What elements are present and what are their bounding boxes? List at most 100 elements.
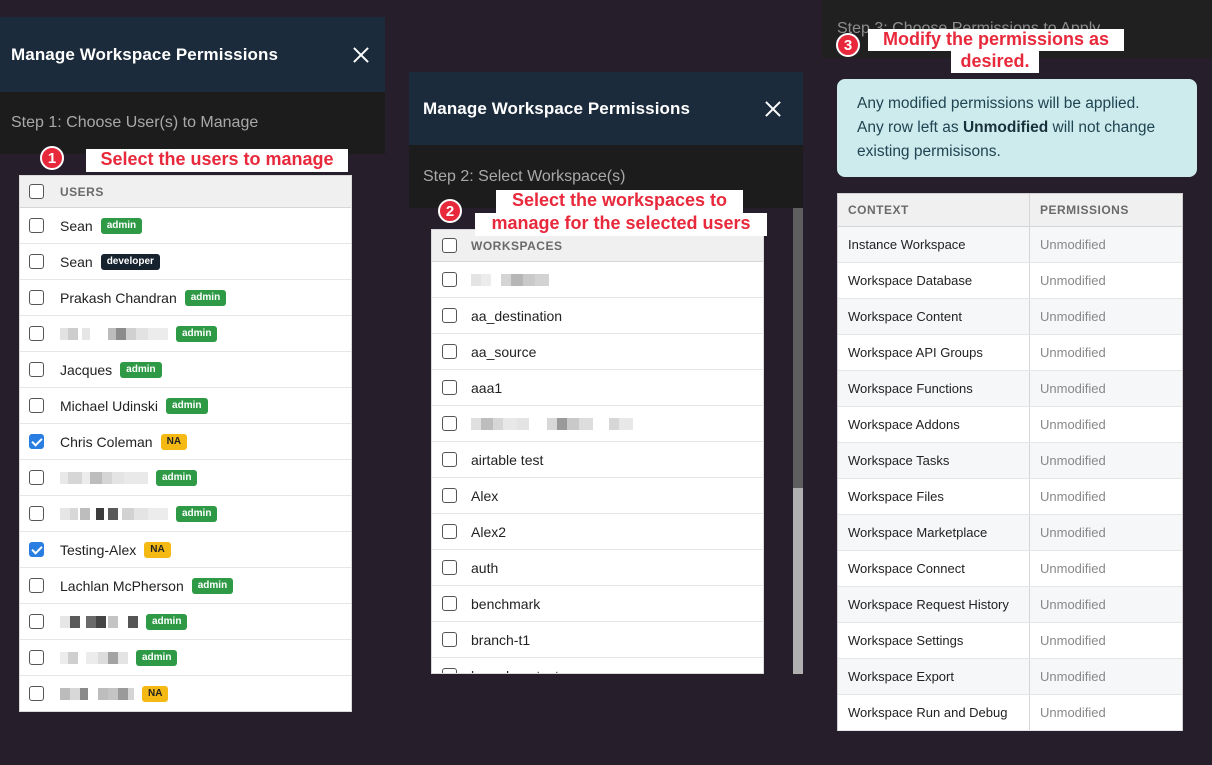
- user-row[interactable]: Jacques admin: [20, 352, 351, 388]
- user-checkbox[interactable]: [29, 290, 44, 305]
- user-name: Testing-Alex: [60, 541, 137, 558]
- panel1-title: Manage Workspace Permissions: [11, 44, 279, 64]
- user-checkbox[interactable]: [29, 542, 44, 557]
- users-header-label: USERS: [60, 184, 104, 199]
- panel2-scrollbar-track[interactable]: [793, 208, 803, 674]
- redacted-name: [60, 327, 168, 340]
- role-badge: admin: [100, 217, 143, 234]
- workspace-name: Alex: [471, 487, 499, 504]
- user-checkbox[interactable]: [29, 506, 44, 521]
- permission-row: Workspace Functions Unmodified: [838, 371, 1182, 407]
- user-row[interactable]: admin: [20, 316, 351, 352]
- workspace-checkbox[interactable]: [442, 668, 457, 673]
- workspace-name: aaa1: [471, 379, 503, 396]
- workspace-row[interactable]: aa_source: [432, 334, 763, 370]
- role-badge: admin: [146, 613, 188, 630]
- permission-select[interactable]: Unmodified: [1030, 587, 1106, 622]
- permission-select[interactable]: Unmodified: [1030, 371, 1106, 406]
- permission-select[interactable]: Unmodified: [1030, 335, 1106, 370]
- role-badge: NA: [144, 541, 171, 558]
- permission-select[interactable]: Unmodified: [1030, 479, 1106, 514]
- user-checkbox[interactable]: [29, 686, 44, 701]
- workspace-row[interactable]: aaa1: [432, 370, 763, 406]
- user-checkbox[interactable]: [29, 362, 44, 377]
- permission-row: Workspace Export Unmodified: [838, 659, 1182, 695]
- user-checkbox[interactable]: [29, 398, 44, 413]
- user-name: Michael Udinski: [60, 397, 159, 414]
- panel2-scrollbar-thumb[interactable]: [793, 488, 803, 674]
- permission-select[interactable]: Unmodified: [1030, 443, 1106, 478]
- workspace-checkbox[interactable]: [442, 380, 457, 395]
- workspace-row[interactable]: branches_test: [432, 658, 763, 673]
- user-row[interactable]: Sean admin: [20, 208, 351, 244]
- user-checkbox[interactable]: [29, 470, 44, 485]
- workspace-row[interactable]: branch-t1: [432, 622, 763, 658]
- select-all-users-checkbox[interactable]: [29, 184, 44, 199]
- annotation-2-line-b: manage for the selected users: [475, 213, 767, 236]
- workspace-checkbox[interactable]: [442, 524, 457, 539]
- user-checkbox[interactable]: [29, 578, 44, 593]
- workspace-row[interactable]: benchmark: [432, 586, 763, 622]
- permission-select[interactable]: Unmodified: [1030, 551, 1106, 586]
- workspace-checkbox[interactable]: [442, 488, 457, 503]
- workspace-row[interactable]: airtable test: [432, 442, 763, 478]
- user-checkbox[interactable]: [29, 650, 44, 665]
- permission-row: Workspace Request History Unmodified: [838, 587, 1182, 623]
- workspace-checkbox[interactable]: [442, 596, 457, 611]
- permission-row: Workspace Connect Unmodified: [838, 551, 1182, 587]
- panel2-close-icon[interactable]: [763, 99, 783, 119]
- workspace-row[interactable]: aa_destination: [432, 298, 763, 334]
- user-row[interactable]: admin: [20, 604, 351, 640]
- annotation-3-line-b: desired.: [951, 51, 1039, 73]
- user-row[interactable]: Sean developer: [20, 244, 351, 280]
- permission-select[interactable]: Unmodified: [1030, 623, 1106, 658]
- workspace-row[interactable]: Alex: [432, 478, 763, 514]
- user-checkbox[interactable]: [29, 326, 44, 341]
- permissions-info-alert: Any modified permissions will be applied…: [837, 79, 1197, 177]
- panel2-header: Manage Workspace Permissions: [409, 72, 803, 145]
- workspace-checkbox[interactable]: [442, 452, 457, 467]
- context-cell: Workspace Files: [838, 479, 1030, 514]
- user-row[interactable]: Michael Udinski admin: [20, 388, 351, 424]
- workspace-checkbox[interactable]: [442, 308, 457, 323]
- permission-select[interactable]: Unmodified: [1030, 263, 1106, 298]
- user-checkbox[interactable]: [29, 218, 44, 233]
- user-row[interactable]: Prakash Chandran admin: [20, 280, 351, 316]
- role-badge: admin: [176, 325, 218, 342]
- workspace-checkbox[interactable]: [442, 560, 457, 575]
- user-row[interactable]: admin: [20, 460, 351, 496]
- panel1-close-icon[interactable]: [351, 45, 371, 65]
- workspace-row[interactable]: [432, 406, 763, 442]
- workspace-checkbox[interactable]: [442, 632, 457, 647]
- user-row[interactable]: admin: [20, 640, 351, 676]
- workspace-row[interactable]: [432, 262, 763, 298]
- workspace-checkbox[interactable]: [442, 272, 457, 287]
- permission-select[interactable]: Unmodified: [1030, 515, 1106, 550]
- user-row[interactable]: Testing-Alex NA: [20, 532, 351, 568]
- user-row[interactable]: NA: [20, 676, 351, 711]
- info-line-2: Any row left as Unmodified will not chan…: [857, 119, 1156, 136]
- workspace-checkbox[interactable]: [442, 416, 457, 431]
- permission-row: Workspace Files Unmodified: [838, 479, 1182, 515]
- context-cell: Workspace Request History: [838, 587, 1030, 622]
- annotation-1-text: Select the users to manage: [86, 149, 348, 172]
- user-row[interactable]: Chris Coleman NA: [20, 424, 351, 460]
- user-checkbox[interactable]: [29, 254, 44, 269]
- user-checkbox[interactable]: [29, 614, 44, 629]
- user-row[interactable]: admin: [20, 496, 351, 532]
- permission-select[interactable]: Unmodified: [1030, 407, 1106, 442]
- permission-select[interactable]: Unmodified: [1030, 695, 1106, 730]
- redacted-name: [60, 615, 138, 628]
- user-row[interactable]: Lachlan McPherson admin: [20, 568, 351, 604]
- workspace-row[interactable]: Alex2: [432, 514, 763, 550]
- user-checkbox[interactable]: [29, 434, 44, 449]
- permission-select[interactable]: Unmodified: [1030, 227, 1106, 262]
- select-all-workspaces-checkbox[interactable]: [442, 238, 457, 253]
- context-cell: Workspace Addons: [838, 407, 1030, 442]
- role-badge: developer: [100, 253, 160, 270]
- workspace-row[interactable]: auth: [432, 550, 763, 586]
- permission-select[interactable]: Unmodified: [1030, 659, 1106, 694]
- permission-select[interactable]: Unmodified: [1030, 299, 1106, 334]
- permission-row: Workspace Tasks Unmodified: [838, 443, 1182, 479]
- workspace-checkbox[interactable]: [442, 344, 457, 359]
